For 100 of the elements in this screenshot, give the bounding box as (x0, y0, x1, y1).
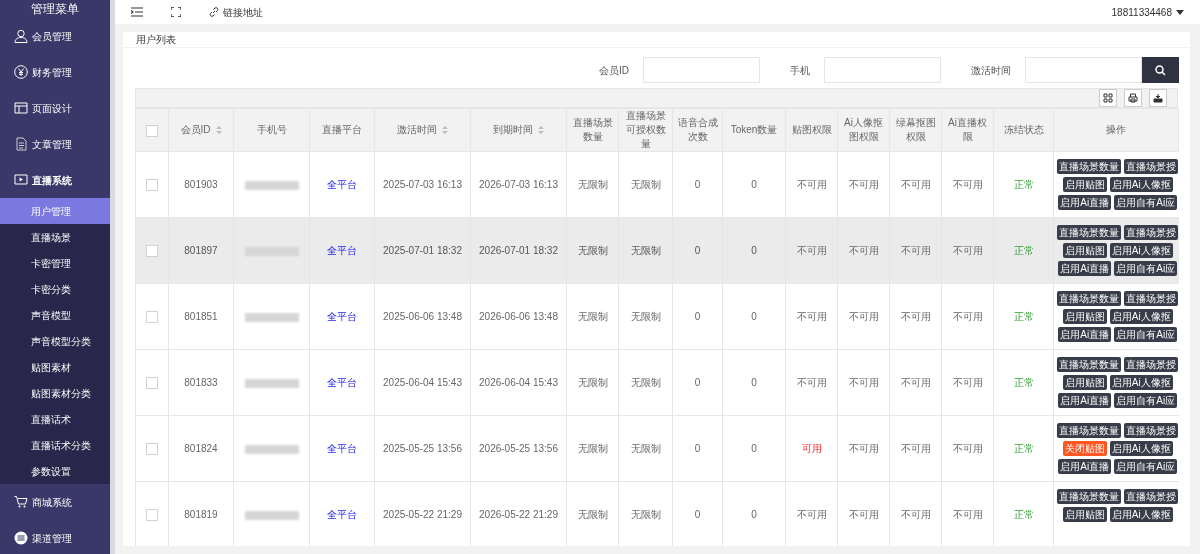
table-cell: 0 (694, 311, 701, 322)
action-button[interactable]: 启用贴图 (1062, 243, 1107, 258)
blurred-phone-placeholder (244, 180, 299, 190)
activation-time: 2025-06-04 15:43 (383, 377, 462, 388)
checkbox[interactable] (146, 377, 158, 390)
user-icon (14, 29, 28, 43)
action-button[interactable]: 启用自有Ai应 (1114, 261, 1178, 276)
action-button[interactable]: 启用Ai人像抠 (1109, 177, 1173, 192)
member-id: 801897 (184, 245, 218, 256)
action-button[interactable]: 启用自有Ai应 (1114, 393, 1178, 408)
table-cell: 无限制 (577, 443, 608, 454)
member-id: 801824 (184, 443, 218, 454)
column-header: 直播平台 (322, 124, 362, 135)
action-button[interactable]: 启用自有Ai应 (1114, 327, 1178, 342)
action-button[interactable]: 直播场景数量 (1057, 423, 1122, 438)
submenu-item[interactable]: 卡密管理 (0, 250, 110, 276)
table-cell: 0 (694, 377, 701, 388)
action-button[interactable]: 直播场景授 (1124, 225, 1179, 240)
action-button[interactable]: 启用Ai直播 (1058, 327, 1112, 342)
checkbox[interactable] (146, 311, 158, 324)
column-header[interactable]: 激活时间 (397, 124, 437, 135)
table-cell: 0 (694, 245, 701, 256)
submenu-item[interactable]: 贴图素材分类 (0, 380, 110, 406)
column-header: 直播场景数量 (572, 117, 613, 142)
action-button[interactable]: 启用贴图 (1062, 507, 1107, 522)
action-button[interactable]: 直播场景授 (1124, 357, 1179, 372)
submenu-item[interactable]: 声音模型 (0, 302, 110, 328)
sort-icon[interactable] (538, 126, 544, 135)
freeze-status: 正常 (1013, 509, 1034, 520)
action-button[interactable]: 直播场景数量 (1057, 489, 1122, 504)
checkbox[interactable] (146, 443, 158, 456)
checkbox[interactable] (146, 509, 158, 522)
freeze-status: 正常 (1013, 311, 1034, 322)
action-button[interactable]: 启用Ai人像抠 (1109, 507, 1173, 522)
action-button[interactable]: 直播场景授 (1124, 291, 1179, 306)
action-button[interactable]: 直播场景授 (1124, 489, 1179, 504)
submenu-item[interactable]: 卡密分类 (0, 276, 110, 302)
action-button[interactable]: 启用Ai人像抠 (1109, 309, 1173, 324)
table-cell: 无限制 (630, 443, 661, 454)
print-icon[interactable] (1124, 89, 1142, 107)
action-button[interactable]: 直播场景数量 (1057, 159, 1122, 174)
user-menu[interactable]: 18811334468 (1111, 4, 1184, 20)
action-button[interactable]: 启用Ai直播 (1058, 393, 1112, 408)
action-button[interactable]: 直播场景授 (1124, 423, 1179, 438)
fullscreen-icon[interactable] (171, 7, 181, 17)
action-button[interactable]: 启用贴图 (1062, 177, 1107, 192)
submenu-item[interactable]: 参数设置 (0, 458, 110, 484)
permission-status: 不可用 (796, 311, 827, 322)
action-button[interactable]: 启用贴图 (1062, 309, 1107, 324)
sort-icon[interactable] (215, 126, 222, 135)
submenu-item[interactable]: 声音模型分类 (0, 328, 110, 354)
checkbox[interactable] (146, 245, 158, 258)
table-cell: 0 (694, 509, 701, 520)
column-header[interactable]: 到期时间 (493, 124, 533, 135)
caret-icon (1176, 9, 1184, 15)
menu-icon[interactable] (131, 7, 143, 17)
export-icon[interactable] (1149, 89, 1167, 107)
permission-status: 不可用 (848, 509, 879, 520)
column-header: Token数量 (730, 124, 778, 135)
sort-icon[interactable] (442, 126, 448, 135)
action-button[interactable]: 直播场景数量 (1057, 291, 1122, 306)
member-id: 801833 (184, 377, 218, 388)
columns-icon[interactable] (1099, 89, 1117, 107)
action-button[interactable]: 直播场景授 (1124, 159, 1179, 174)
search-button[interactable] (1142, 57, 1179, 83)
expiry-time: 2026-06-04 15:43 (479, 377, 558, 388)
checkbox[interactable] (146, 179, 158, 192)
permission-status: 不可用 (848, 245, 879, 256)
permission-status: 不可用 (900, 245, 931, 256)
activation-time: 2025-07-03 16:13 (383, 179, 462, 190)
submenu-item[interactable]: 直播场景 (0, 224, 110, 250)
permission-status: 不可用 (900, 311, 931, 322)
expiry-time: 2026-05-25 13:56 (479, 443, 558, 454)
permission-status: 不可用 (848, 443, 879, 454)
expiry-time: 2026-06-06 13:48 (479, 311, 558, 322)
action-button[interactable]: 启用贴图 (1062, 375, 1107, 390)
action-button[interactable]: 直播场景数量 (1057, 225, 1122, 240)
submenu-item[interactable]: 用户管理 (0, 198, 110, 224)
action-button[interactable]: 启用自有Ai应 (1114, 195, 1178, 210)
submenu-item[interactable]: 直播话术分类 (0, 432, 110, 458)
table-cell: 0 (694, 443, 701, 454)
member-id: 801903 (184, 179, 218, 190)
action-button[interactable]: 直播场景数量 (1057, 357, 1122, 372)
column-header: Ai直播权限 (948, 117, 987, 142)
column-header: 冻结状态 (1003, 124, 1044, 135)
action-button[interactable]: 启用Ai直播 (1058, 261, 1112, 276)
filter-input[interactable] (824, 57, 941, 83)
filter-input[interactable] (643, 57, 760, 83)
action-button[interactable]: 启用Ai人像抠 (1109, 375, 1173, 390)
submenu-item[interactable]: 贴图素材 (0, 354, 110, 380)
filter-input[interactable] (1025, 57, 1142, 83)
checkbox[interactable] (146, 124, 158, 137)
action-button[interactable]: 启用Ai直播 (1058, 459, 1112, 474)
submenu-item[interactable]: 直播话术 (0, 406, 110, 432)
action-button[interactable]: 启用Ai人像抠 (1109, 441, 1173, 456)
column-header[interactable]: 会员ID (180, 124, 211, 135)
action-button[interactable]: 启用自有Ai应 (1114, 459, 1178, 474)
action-button[interactable]: 启用Ai直播 (1058, 195, 1112, 210)
link-address[interactable]: 链接地址 (209, 4, 263, 20)
action-button[interactable]: 启用Ai人像抠 (1109, 243, 1173, 258)
